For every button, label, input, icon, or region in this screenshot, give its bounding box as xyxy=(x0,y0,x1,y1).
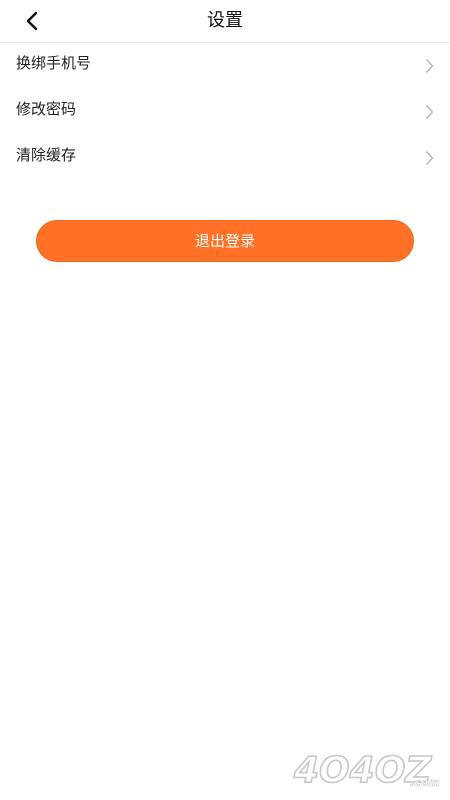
settings-menu: 换绑手机号 修改密码 清除缓存 xyxy=(0,43,450,181)
chevron-right-icon xyxy=(425,58,434,78)
chevron-right-icon xyxy=(425,150,434,170)
logout-button[interactable]: 退出登录 xyxy=(36,220,414,262)
svg-text:.com: .com xyxy=(410,776,440,789)
menu-item-label: 换绑手机号 xyxy=(16,54,92,72)
menu-item-change-password[interactable]: 修改密码 xyxy=(0,89,450,135)
menu-item-clear-cache[interactable]: 清除缓存 xyxy=(0,135,450,181)
menu-item-label: 清除缓存 xyxy=(16,146,77,164)
chevron-right-icon xyxy=(425,104,434,124)
menu-item-change-phone[interactable]: 换绑手机号 xyxy=(0,43,450,89)
watermark-logo: 4O4OZ .com xyxy=(292,744,444,792)
page-title: 设置 xyxy=(207,10,243,31)
header-bar: 设置 xyxy=(0,0,450,43)
menu-item-label: 修改密码 xyxy=(16,100,77,118)
